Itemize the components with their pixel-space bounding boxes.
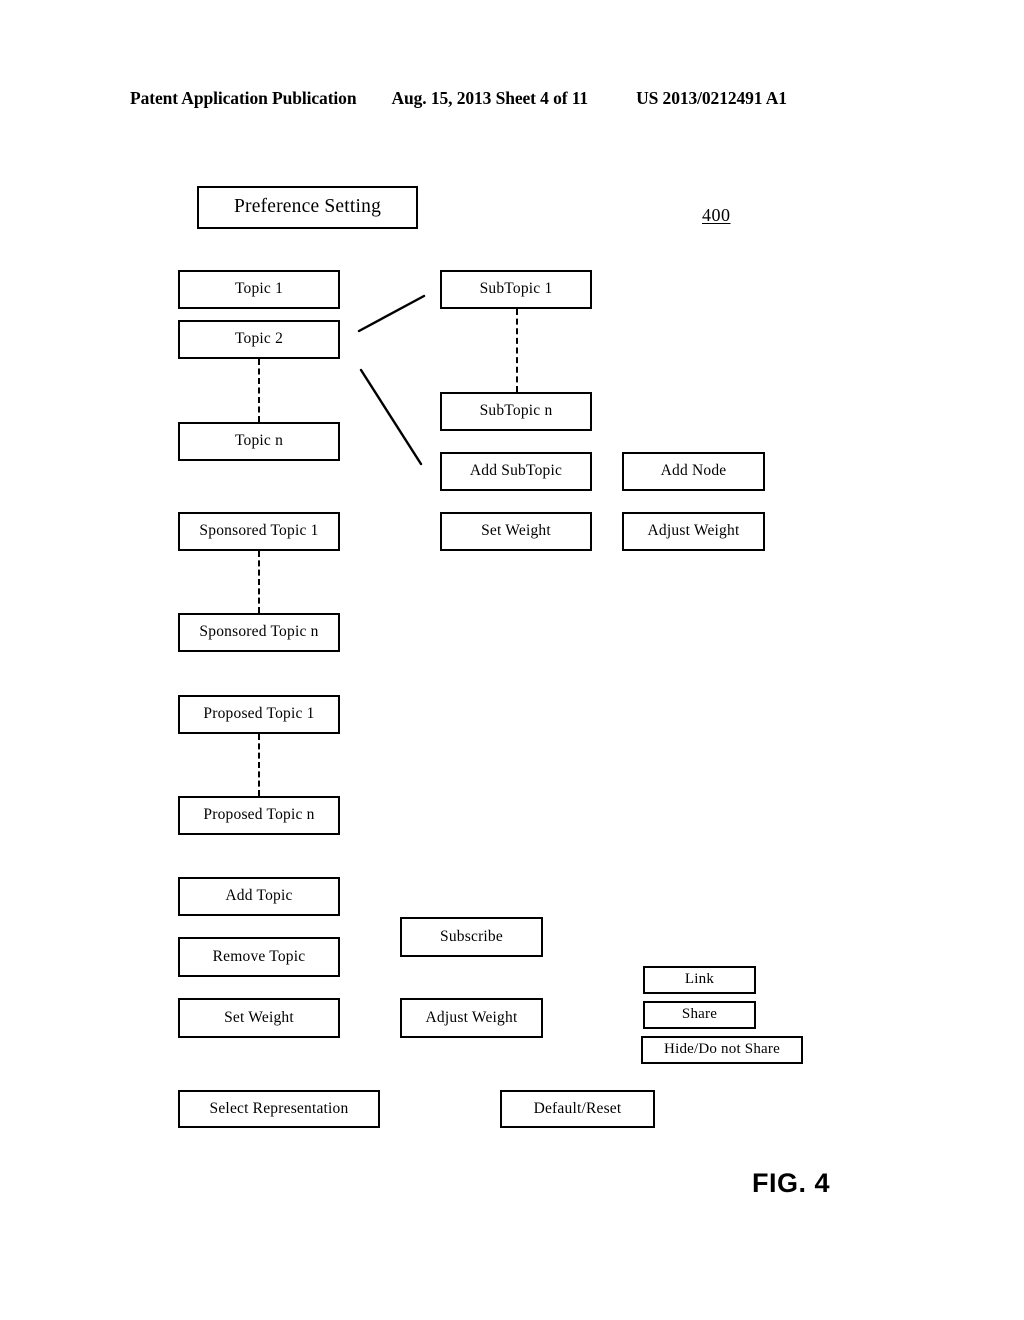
share-button[interactable]: Share — [643, 1001, 756, 1029]
subscribe-button[interactable]: Subscribe — [400, 917, 543, 957]
link-button[interactable]: Link — [643, 966, 756, 994]
connector-topic-to-subtopic — [357, 294, 426, 333]
adjust-weight-subscription-button[interactable]: Adjust Weight — [400, 998, 543, 1038]
connector-topic-to-add-subtopic — [359, 368, 423, 466]
default-reset-button[interactable]: Default/Reset — [500, 1090, 655, 1128]
figure-label: FIG. 4 — [752, 1168, 831, 1198]
select-representation-button[interactable]: Select Representation — [178, 1090, 380, 1128]
hide-do-not-share-button[interactable]: Hide/Do not Share — [641, 1036, 803, 1064]
patent-figure-page: Patent Application Publication Aug. 15, … — [0, 0, 1024, 1320]
